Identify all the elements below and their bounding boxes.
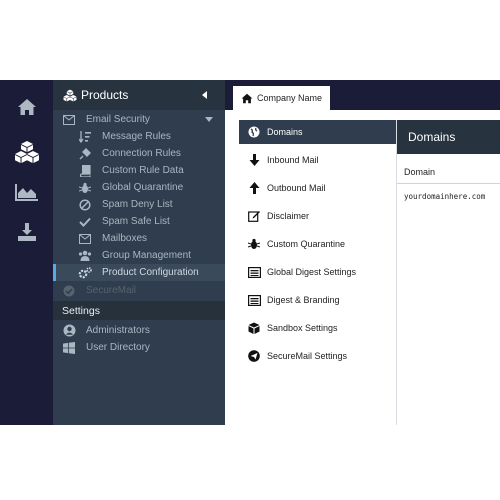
menu-item-label: Domains	[267, 127, 303, 137]
table-row[interactable]: yourdomainhere.com	[397, 184, 500, 208]
arrow-up-icon	[247, 181, 261, 195]
windows-icon	[62, 341, 76, 355]
globe-icon	[247, 125, 261, 139]
users-icon	[78, 249, 92, 263]
tab-company-name[interactable]: Company Name	[233, 86, 331, 110]
main-content: Company Name Domains Inbound Mail Outbou…	[225, 80, 500, 425]
sidebar-header: Products	[53, 80, 225, 110]
sidebar-item-custom-rule-data[interactable]: Custom Rule Data	[53, 162, 225, 179]
sidebar-item-label: Mailboxes	[102, 233, 148, 244]
menu-item-custom-quarantine[interactable]: Custom Quarantine	[239, 232, 397, 256]
cogs-icon	[78, 266, 92, 280]
menu-item-global-digest-settings[interactable]: Global Digest Settings	[239, 260, 397, 284]
home-icon	[17, 99, 36, 115]
tab-bar: Company Name	[225, 80, 500, 110]
sidebar-item-label: Group Management	[102, 250, 191, 261]
sidebar-item-connection-rules[interactable]: Connection Rules	[53, 145, 225, 162]
menu-item-label: Disclaimer	[267, 211, 310, 221]
sidebar-item-email-security[interactable]: Email Security	[53, 111, 225, 128]
envelope-icon	[78, 232, 92, 246]
cube-icon	[247, 321, 261, 335]
caret-down-icon	[205, 117, 213, 122]
menu-item-label: Digest & Branding	[267, 295, 340, 305]
menu-item-digest-branding[interactable]: Digest & Branding	[239, 288, 397, 312]
sidebar-item-label: Custom Rule Data	[102, 165, 184, 176]
sidebar-item-global-quarantine[interactable]: Global Quarantine	[53, 179, 225, 196]
rail-products[interactable]	[0, 132, 53, 172]
bug-icon	[78, 181, 92, 195]
settings-heading: Settings	[53, 301, 225, 320]
sort-icon	[78, 130, 92, 144]
menu-item-domains[interactable]: Domains	[239, 120, 397, 144]
products-sidebar: Products Email Security Message Rules Co…	[53, 80, 225, 425]
check-circle-icon	[62, 284, 76, 298]
rail-downloads[interactable]	[0, 212, 53, 252]
sidebar-item-label: Message Rules	[102, 131, 171, 142]
bug-icon	[247, 237, 261, 251]
paper-plane-icon	[247, 349, 261, 363]
chevron-left-icon[interactable]	[199, 89, 211, 101]
user-circle-icon	[62, 324, 76, 338]
arrow-down-icon	[247, 153, 261, 167]
sidebar-item-group-management[interactable]: Group Management	[53, 247, 225, 264]
menu-item-label: Global Digest Settings	[267, 267, 357, 277]
check-icon	[78, 215, 92, 229]
sidebar-item-label: SecureMail	[86, 285, 137, 296]
home-icon	[241, 93, 253, 104]
sidebar-item-administrators[interactable]: Administrators	[53, 322, 225, 339]
menu-item-label: SecureMail Settings	[267, 351, 348, 361]
sidebar-item-label: Email Security	[86, 114, 150, 125]
sidebar-item-spam-deny-list[interactable]: Spam Deny List	[53, 196, 225, 213]
plug-icon	[78, 147, 92, 161]
download-icon	[17, 223, 36, 241]
sidebar-item-spam-safe-list[interactable]: Spam Safe List	[53, 213, 225, 230]
sidebar-item-mailboxes[interactable]: Mailboxes	[53, 230, 225, 247]
menu-item-outbound-mail[interactable]: Outbound Mail	[239, 176, 397, 200]
menu-item-disclaimer[interactable]: Disclaimer	[239, 204, 397, 228]
list-alt-icon	[247, 265, 261, 279]
menu-item-label: Inbound Mail	[267, 155, 319, 165]
sidebar-title: Products	[81, 88, 129, 102]
domains-panel: Domains Domain yourdomainhere.com	[396, 120, 500, 425]
rail-home[interactable]	[0, 87, 53, 127]
cubes-icon	[14, 141, 39, 163]
sidebar-item-label: Administrators	[86, 325, 150, 336]
sidebar-item-label: Connection Rules	[102, 148, 181, 159]
book-icon	[78, 164, 92, 178]
tab-label: Company Name	[257, 93, 323, 103]
envelope-icon	[62, 113, 76, 127]
menu-item-label: Outbound Mail	[267, 183, 326, 193]
list-alt-icon	[247, 293, 261, 307]
menu-item-securemail-settings[interactable]: SecureMail Settings	[239, 344, 397, 368]
icon-rail	[0, 80, 53, 425]
menu-item-label: Sandbox Settings	[267, 323, 338, 333]
ban-icon	[78, 198, 92, 212]
menu-item-inbound-mail[interactable]: Inbound Mail	[239, 148, 397, 172]
sidebar-item-label: Global Quarantine	[102, 182, 184, 193]
cubes-icon	[63, 89, 77, 101]
area-chart-icon	[14, 184, 38, 201]
panel-title: Domains	[397, 120, 500, 154]
sidebar-item-label: Product Configuration	[102, 267, 199, 278]
sidebar-item-label: Spam Deny List	[102, 199, 173, 210]
sidebar-item-product-configuration[interactable]: Product Configuration	[53, 264, 225, 281]
sidebar-item-message-rules[interactable]: Message Rules	[53, 128, 225, 145]
edit-icon	[247, 209, 261, 223]
rail-reports[interactable]	[0, 172, 53, 212]
sidebar-item-label: Spam Safe List	[102, 216, 170, 227]
menu-item-label: Custom Quarantine	[267, 239, 346, 249]
sidebar-item-user-directory[interactable]: User Directory	[53, 339, 225, 356]
app-window: Products Email Security Message Rules Co…	[0, 80, 500, 425]
sidebar-item-label: User Directory	[86, 342, 150, 353]
menu-item-sandbox-settings[interactable]: Sandbox Settings	[239, 316, 397, 340]
sidebar-item-securemail: SecureMail	[53, 282, 225, 299]
column-header-domain[interactable]: Domain	[397, 160, 500, 184]
